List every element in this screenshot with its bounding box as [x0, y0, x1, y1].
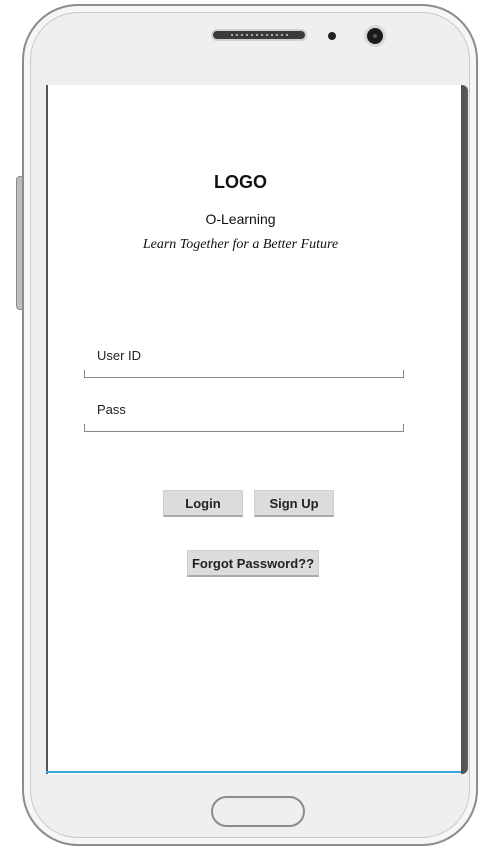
phone-speaker [211, 29, 307, 41]
password-input[interactable] [84, 424, 404, 432]
login-button[interactable]: Login [163, 490, 243, 517]
forgot-password-button[interactable]: Forgot Password?? [187, 550, 319, 577]
signup-button[interactable]: Sign Up [254, 490, 334, 517]
pass-label: Pass [97, 402, 126, 417]
tagline: Learn Together for a Better Future [142, 237, 339, 252]
front-camera-icon [364, 25, 386, 47]
user-id-input[interactable] [84, 370, 404, 378]
user-id-label: User ID [97, 348, 142, 363]
screen-bottom-accent [46, 771, 461, 773]
home-button[interactable] [211, 796, 305, 827]
proximity-sensor [328, 32, 336, 40]
app-name: O-Learning [205, 211, 276, 227]
logo-text: LOGO [214, 172, 267, 192]
